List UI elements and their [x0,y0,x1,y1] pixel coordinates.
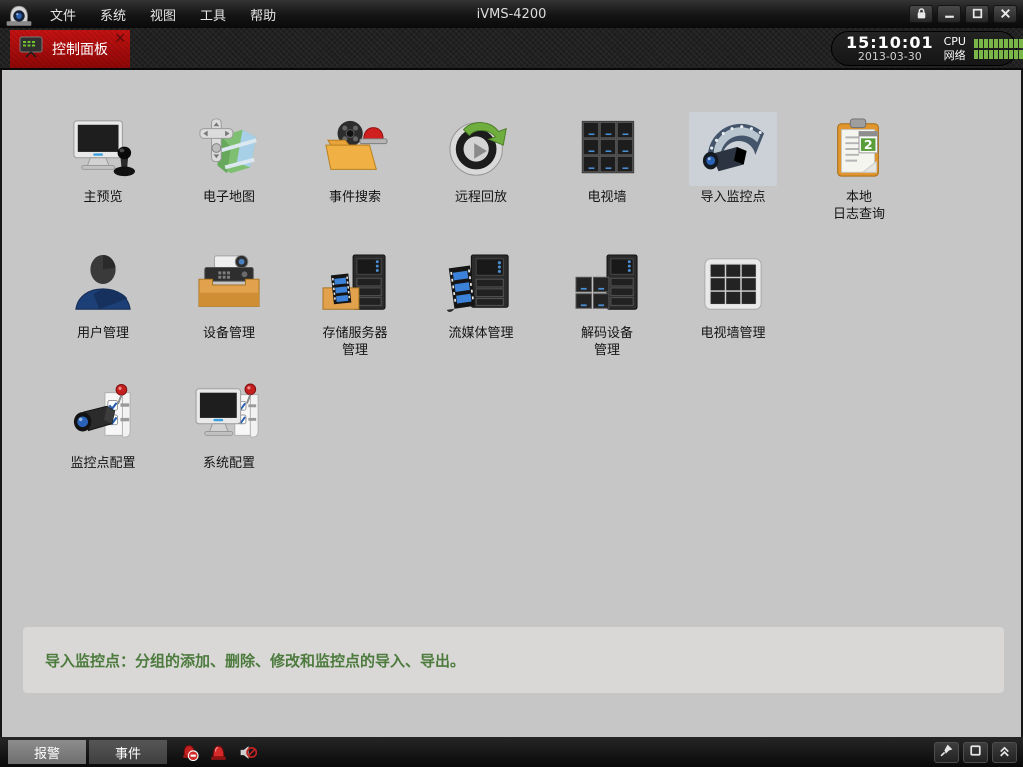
camera-film-fan-icon [689,112,777,186]
panel-item-stream-media-management[interactable]: 流媒体管理 [418,248,544,359]
menu-item-tools[interactable]: 工具 [188,0,238,28]
system-config-icon [185,378,273,452]
menu-item-view[interactable]: 视图 [138,0,188,28]
clear-alarm-icon[interactable] [179,742,199,762]
wall-manage-icon [689,248,777,322]
playback-icon [437,112,525,186]
lock-button[interactable] [909,5,933,23]
menu-item-help[interactable]: 帮助 [238,0,288,28]
panel-item-label: 用户管理 [77,325,129,342]
panel-item-system-configuration[interactable]: 系统配置 [166,378,292,472]
maximize-button[interactable] [965,5,989,23]
clock-time: 15:10:01 [846,34,934,51]
menu-item-file[interactable]: 文件 [38,0,88,28]
panel-item-label: 电视墙管理 [700,325,765,342]
panel-control-buttons [934,742,1023,763]
audio-mute-icon[interactable] [237,742,257,762]
tab-label: 控制面板 [52,39,108,59]
alarm-tab[interactable]: 报警 [8,740,86,764]
collapse-button[interactable] [992,742,1017,763]
panel-item-decoding-device-management[interactable]: 解码设备管理 [544,248,670,359]
alarm-tab-label: 报警 [34,743,60,762]
lock-icon [915,5,928,24]
description-text: 导入监控点：分组的添加、删除、修改和监控点的导入、导出。 [23,650,465,671]
cpu-usage-meter [974,39,1023,48]
restore-panel-button[interactable] [963,742,988,763]
panel-item-camera-configuration[interactable]: 监控点配置 [40,378,166,472]
clipboard-log-icon: 2 [815,112,903,186]
panel-item-user-management[interactable]: 用户管理 [40,248,166,359]
server-drawer-icon [311,248,399,322]
drawer-device-icon [185,248,273,322]
event-tab-label: 事件 [115,743,141,762]
panel-item-label: 存储服务器管理 [322,325,387,359]
panel-item-label: 导入监控点 [700,189,765,206]
title-bar: 文件系统视图工具帮助 iVMS-4200 [0,0,1023,28]
maximize-icon [971,5,984,24]
dome-camera-icon [0,0,38,28]
panel-item-label: 监控点配置 [70,455,135,472]
icon-row-1: 主预览 电子地图 事件搜索 远程回放 电视墙 导入监控点 2 本地日志查询 [40,112,922,223]
panel-icon [968,743,983,762]
monitor-joystick-icon [59,112,147,186]
panel-item-main-preview[interactable]: 主预览 [40,112,166,223]
panel-item-import-camera[interactable]: 导入监控点 [670,112,796,223]
icon-row-3: 监控点配置 系统配置 [40,378,292,472]
close-button[interactable] [993,5,1017,23]
panel-item-tv-wall-management[interactable]: 电视墙管理 [670,248,796,359]
camera-config-icon [59,378,147,452]
server-decoder-icon [563,248,651,322]
icon-row-2: 用户管理 设备管理 存储服务器管理 流媒体管理 解码设备管理 电视墙管理 [40,248,796,359]
menu-bar: 文件系统视图工具帮助 [38,0,288,28]
panel-item-label: 主预览 [83,189,122,206]
network-label: 网络 [944,49,966,63]
panel-item-label: 解码设备管理 [581,325,633,359]
description-panel: 导入监控点：分组的添加、删除、修改和监控点的导入、导出。 [23,627,1004,693]
panel-item-label: 电视墙 [587,189,626,206]
cpu-label: CPU [944,35,966,49]
panel-item-tv-wall[interactable]: 电视墙 [544,112,670,223]
event-tab[interactable]: 事件 [89,740,167,764]
clock-panel: 15:10:01 2013-03-30 CPU 网络 [831,31,1017,66]
user-icon [59,248,147,322]
alarm-control-icons [179,742,257,762]
folder-film-alarm-icon [311,112,399,186]
menu-item-system[interactable]: 系统 [88,0,138,28]
panel-item-device-management[interactable]: 设备管理 [166,248,292,359]
panel-item-storage-server-management[interactable]: 存储服务器管理 [292,248,418,359]
pin-icon [939,743,954,762]
tab-control-panel[interactable]: 控制面板 ✕ [10,30,130,68]
collapse-icon [997,743,1012,762]
server-film-icon [437,248,525,322]
tab-close-icon[interactable]: ✕ [114,32,126,46]
minimize-button[interactable] [937,5,961,23]
pin-button[interactable] [934,742,959,763]
panel-item-label: 事件搜索 [329,189,381,206]
control-panel-main: 主预览 电子地图 事件搜索 远程回放 电视墙 导入监控点 2 本地日志查询 用户管理 设备管理 存… [0,70,1023,737]
panel-item-event-search[interactable]: 事件搜索 [292,112,418,223]
tab-bar: 控制面板 ✕ 15:10:01 2013-03-30 CPU 网络 [0,28,1023,70]
panel-item-label: 系统配置 [203,455,255,472]
minimize-icon [943,5,956,24]
panel-item-label: 本地日志查询 [833,189,885,223]
window-controls [909,5,1023,23]
network-usage-meter [974,50,1023,59]
panel-item-label: 设备管理 [203,325,255,342]
panel-item-local-log-search[interactable]: 2 本地日志查询 [796,112,922,223]
panel-item-e-map[interactable]: 电子地图 [166,112,292,223]
close-icon [999,5,1012,24]
map-ptz-icon [185,112,273,186]
tv-wall-icon [563,112,651,186]
svg-text:2: 2 [864,137,873,152]
clock-date: 2013-03-30 [846,51,934,63]
siren-icon[interactable] [208,742,228,762]
status-bar: 报警 事件 [0,737,1023,767]
panel-item-remote-playback[interactable]: 远程回放 [418,112,544,223]
control-panel-icon [18,35,44,63]
panel-item-label: 远程回放 [455,189,507,206]
panel-item-label: 电子地图 [203,189,255,206]
panel-item-label: 流媒体管理 [448,325,513,342]
